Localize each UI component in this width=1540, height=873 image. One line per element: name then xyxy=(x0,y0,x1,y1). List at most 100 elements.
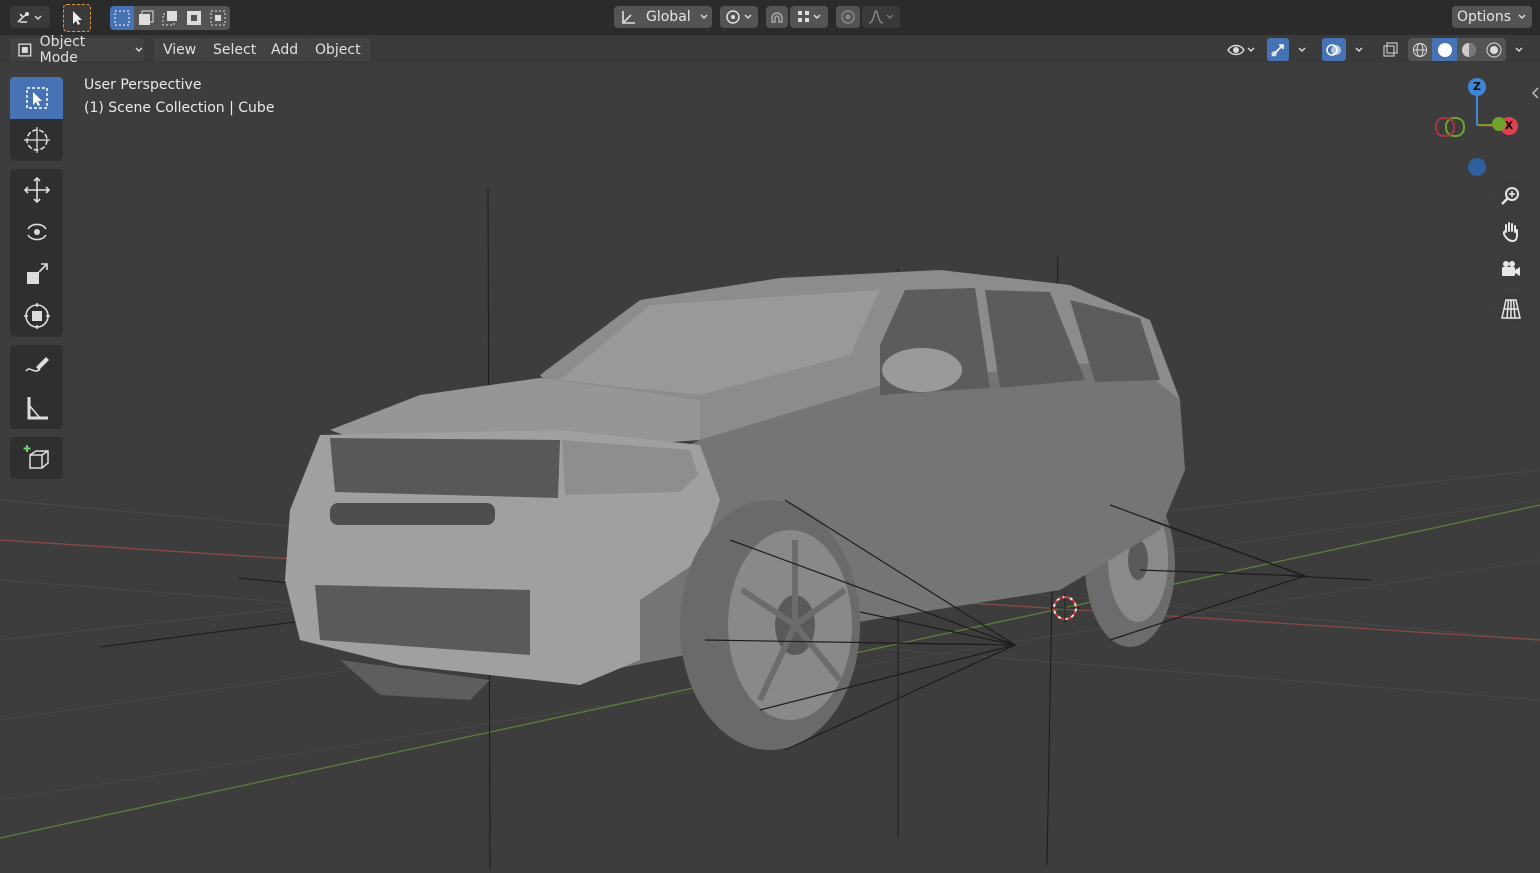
sidebar-toggle-arrow-icon[interactable] xyxy=(1530,86,1540,100)
visibility-dropdown[interactable] xyxy=(1222,38,1260,61)
pan-button[interactable] xyxy=(1494,215,1528,249)
snap-toggle[interactable] xyxy=(766,6,788,28)
overlays-toggle[interactable] xyxy=(1322,38,1346,61)
editor-type-icon xyxy=(17,12,42,23)
select-extend-icon xyxy=(139,10,154,25)
rendered-sphere-icon xyxy=(1486,42,1501,57)
tool-measure[interactable] xyxy=(10,387,63,429)
gizmo-toggle[interactable] xyxy=(1267,38,1289,61)
zoom-magnifier-icon xyxy=(1501,187,1519,205)
tool-move[interactable] xyxy=(10,169,63,211)
add-cube-icon xyxy=(23,445,49,469)
tool-annotate[interactable] xyxy=(10,345,63,387)
menu-view[interactable]: View xyxy=(154,38,206,61)
perspective-label: User Perspective xyxy=(84,77,202,93)
chevron-down-icon xyxy=(886,14,894,19)
select-intersect-icon xyxy=(210,10,226,26)
viewport-scene xyxy=(0,187,1540,871)
chevron-down-icon xyxy=(744,14,752,19)
falloff-curve-icon xyxy=(868,10,884,24)
select-invert-button[interactable] xyxy=(182,6,206,30)
tool-select-box[interactable] xyxy=(10,77,63,119)
gizmo-z-axis[interactable]: Z xyxy=(1468,78,1486,96)
cursor-icon xyxy=(23,127,50,153)
menu-object[interactable]: Object xyxy=(306,38,370,61)
proportional-editing-icon xyxy=(841,10,855,24)
xray-icon xyxy=(1383,41,1398,57)
select-subtract-button[interactable] xyxy=(158,6,182,30)
chevron-down-icon xyxy=(813,14,821,19)
options-label: Options xyxy=(1456,9,1512,25)
chevron-down-icon xyxy=(700,14,708,19)
select-subtract-icon xyxy=(162,11,177,26)
hand-icon xyxy=(1502,222,1518,243)
eye-icon xyxy=(1227,44,1245,55)
snap-grid-icon xyxy=(798,11,809,22)
object-mode-dropdown[interactable]: Object Mode xyxy=(10,34,144,66)
tool-rotate[interactable] xyxy=(10,211,63,253)
overlays-dropdown[interactable] xyxy=(1348,38,1370,61)
selection-mode-group xyxy=(110,6,230,30)
pivot-icon xyxy=(726,10,740,24)
menu-select[interactable]: Select xyxy=(204,38,266,61)
shading-options-dropdown[interactable] xyxy=(1508,38,1530,61)
navigation-gizmo[interactable]: Z X xyxy=(1430,75,1535,185)
tool-cursor[interactable] xyxy=(10,119,63,161)
transform-orientation-label: Global xyxy=(646,9,691,25)
tool-scale[interactable] xyxy=(10,253,63,295)
snap-target-dropdown[interactable] xyxy=(790,6,828,28)
object-mode-icon xyxy=(18,42,32,57)
overlays-icon xyxy=(1326,43,1341,56)
gizmo-z-axis-negative[interactable] xyxy=(1468,158,1486,176)
select-invert-icon xyxy=(187,11,201,25)
select-intersect-button[interactable] xyxy=(206,6,230,30)
chevron-down-icon xyxy=(1298,47,1306,52)
cursor-arrow-icon xyxy=(73,11,82,25)
camera-view-button[interactable] xyxy=(1494,253,1528,287)
xray-toggle[interactable] xyxy=(1378,38,1402,61)
gizmo-icon xyxy=(1271,43,1284,56)
object-mode-label: Object Mode xyxy=(39,33,86,66)
falloff-dropdown[interactable] xyxy=(862,6,900,28)
zoom-button[interactable] xyxy=(1494,179,1528,213)
pivot-point-dropdown[interactable] xyxy=(720,6,758,28)
select-box-icon xyxy=(25,87,48,109)
collection-label: (1) Scene Collection | Cube xyxy=(84,100,275,116)
options-dropdown[interactable]: Options xyxy=(1452,6,1532,28)
chevron-down-icon xyxy=(1355,47,1363,52)
magnet-icon xyxy=(771,12,783,23)
gizmo-dropdown[interactable] xyxy=(1291,38,1313,61)
gizmo-y-axis-positive[interactable] xyxy=(1492,117,1506,131)
chevron-down-icon xyxy=(1247,47,1255,52)
chevron-down-icon xyxy=(1515,47,1523,52)
shading-material-button[interactable] xyxy=(1457,38,1481,61)
select-extend-button[interactable] xyxy=(134,6,158,30)
move-arrows-icon xyxy=(23,176,50,204)
3d-viewport[interactable] xyxy=(0,63,1540,873)
measure-ruler-icon xyxy=(27,397,48,420)
select-new-button[interactable] xyxy=(110,6,134,30)
menu-add[interactable]: Add xyxy=(262,38,308,61)
camera-icon xyxy=(1502,261,1520,276)
editor-type-button[interactable] xyxy=(10,6,50,28)
tool-add-cube[interactable] xyxy=(10,437,63,479)
gizmo-x-axis-negative[interactable] xyxy=(1435,117,1455,137)
transform-icon xyxy=(23,303,50,329)
top-bar: Global Options xyxy=(0,0,1540,35)
orientation-axes-icon xyxy=(622,11,635,24)
tool-transform[interactable] xyxy=(10,295,63,337)
perspective-grid-icon xyxy=(1501,299,1521,319)
chevron-down-icon xyxy=(1518,14,1526,19)
shading-solid-button[interactable] xyxy=(1432,38,1457,61)
perspective-toggle-button[interactable] xyxy=(1494,292,1528,326)
shading-rendered-button[interactable] xyxy=(1481,38,1506,61)
annotate-pencil-icon xyxy=(24,357,49,372)
proportional-editing-toggle[interactable] xyxy=(836,6,860,28)
select-new-icon xyxy=(114,10,130,26)
transform-orientation-dropdown[interactable]: Global xyxy=(614,6,712,28)
chevron-down-icon xyxy=(135,47,143,52)
shading-wireframe-button[interactable] xyxy=(1408,38,1432,61)
shading-mode-group xyxy=(1408,38,1506,61)
wireframe-sphere-icon xyxy=(1413,42,1427,57)
select-tool-button[interactable] xyxy=(63,4,91,32)
